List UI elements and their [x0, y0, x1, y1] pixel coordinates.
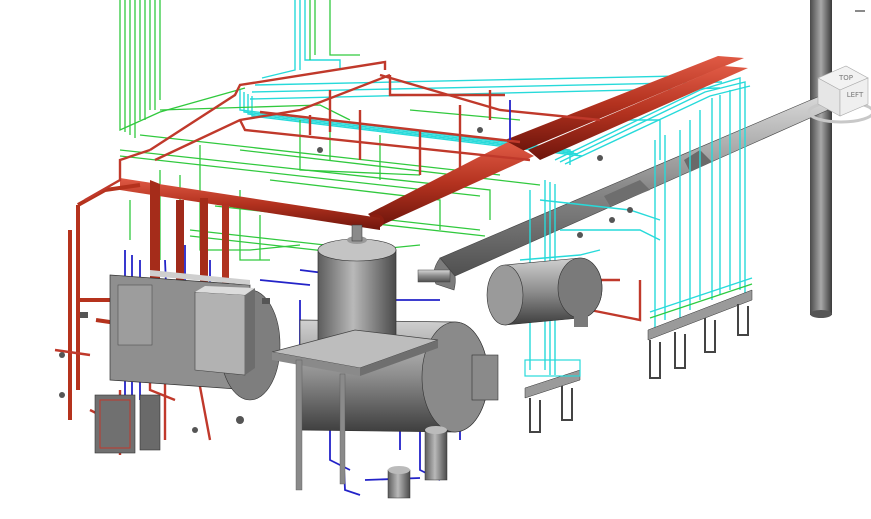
minimize-button[interactable]: [853, 6, 867, 16]
chemical-dosing-tanks[interactable]: [387, 426, 448, 499]
3d-model-viewport[interactable]: TOP LEFT: [0, 0, 871, 519]
distribution-manifold-left[interactable]: [524, 359, 581, 433]
main-exhaust-duct[interactable]: [417, 95, 829, 291]
piping-model-scene[interactable]: TOP LEFT: [0, 0, 871, 519]
boiler-left[interactable]: [109, 270, 281, 401]
exhaust-stack[interactable]: [810, 0, 832, 318]
viewcube-left-label: LEFT: [847, 91, 864, 99]
viewcube-top-label: TOP: [838, 74, 853, 82]
minimize-icon: [855, 10, 865, 12]
plate-heat-exchanger[interactable]: [94, 394, 161, 454]
condensate-receiver-tank[interactable]: [486, 257, 603, 327]
